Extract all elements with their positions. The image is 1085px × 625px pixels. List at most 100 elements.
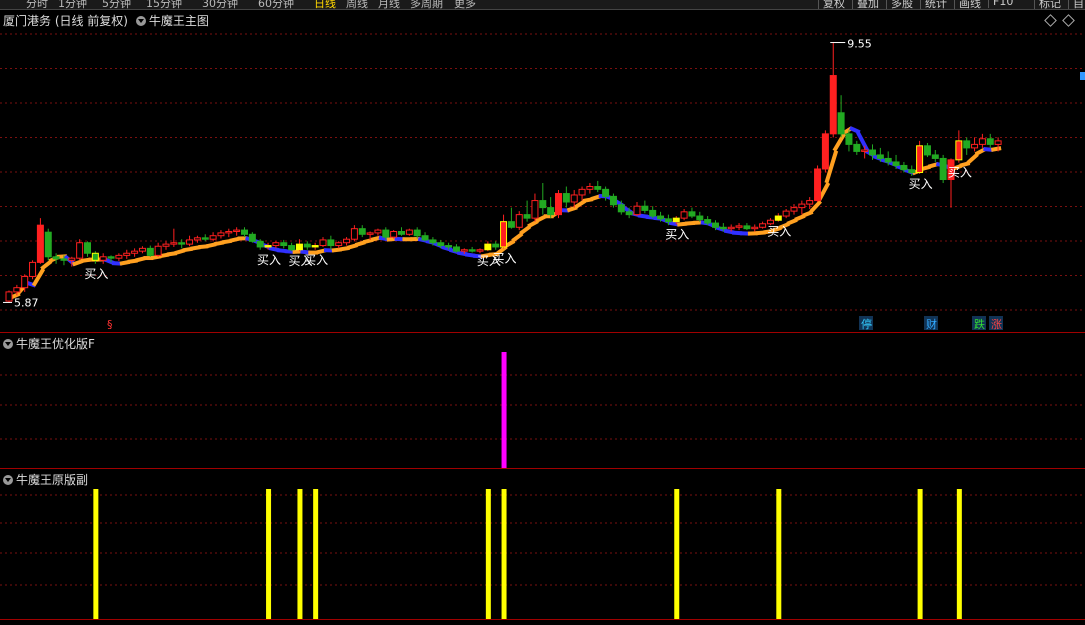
candle-body <box>696 215 704 221</box>
toolbar-button[interactable]: F10 <box>988 0 1013 8</box>
candle-body <box>884 157 892 163</box>
candle-body <box>350 228 358 240</box>
trend-segment <box>966 152 979 165</box>
event-marker: 财 <box>926 317 937 331</box>
candlestick-chart[interactable]: 买入买入 买入买入 买入买入买入 买入买入买入9.555.87§ 停财跌涨 <box>0 10 1085 332</box>
candle-body <box>382 229 390 238</box>
candle-body <box>421 235 429 241</box>
candle-body <box>712 222 719 228</box>
candle-body <box>170 242 178 245</box>
candle-body <box>547 207 555 216</box>
sub1-histogram[interactable] <box>0 333 1085 468</box>
sub2-signal-bar <box>956 489 962 619</box>
candle-body <box>52 256 60 260</box>
candle-body <box>539 200 547 209</box>
sub2-signal-bar <box>485 489 491 619</box>
sub2-signal-bar <box>266 489 272 619</box>
candle-body <box>688 211 696 217</box>
candle-body <box>821 133 829 170</box>
period-tab[interactable]: 更多 <box>454 0 476 9</box>
candle-body <box>76 242 84 259</box>
toolbar-button[interactable]: 标记 <box>1034 0 1061 9</box>
period-tab[interactable]: 15分钟 <box>146 0 182 9</box>
candle-body <box>13 287 21 293</box>
candle-body <box>60 258 68 261</box>
candle-body <box>154 245 162 256</box>
candle-body <box>358 228 366 235</box>
candle-body <box>311 245 319 248</box>
candle-body <box>766 219 774 225</box>
candle-body <box>500 221 508 248</box>
candle-body <box>319 239 327 247</box>
candle-body <box>578 188 586 196</box>
candle-body <box>531 200 539 219</box>
buy-label: 买入 <box>948 166 972 180</box>
sub2-histogram[interactable] <box>0 469 1085 619</box>
candle-body <box>555 193 562 216</box>
candle-body <box>36 224 44 263</box>
trend-segment <box>990 146 1002 152</box>
sub-chart-2: 牛魔王原版副 <box>0 469 1085 619</box>
trend-segment <box>849 126 861 135</box>
candle-body <box>115 254 123 259</box>
trend-segment <box>832 133 846 152</box>
candle-body <box>209 235 217 240</box>
candle-body <box>853 143 861 152</box>
sub2-signal-bar <box>776 489 782 619</box>
candle-body <box>782 210 790 217</box>
candle-body <box>814 168 822 202</box>
toolbar: 分时 1分钟 5分钟 15分钟 30分钟 60分钟 日线 周线 月线 多周期 更多 复权 叠加 多股 统计画… <box>0 0 1085 10</box>
candle-body <box>680 211 688 219</box>
period-tab[interactable]: 周线 <box>346 0 368 9</box>
buy-label: 买入 <box>493 251 517 265</box>
period-tab[interactable]: 分时 <box>26 0 48 9</box>
candle-body <box>908 169 916 173</box>
period-tab[interactable]: 30分钟 <box>202 0 238 9</box>
event-marker: 涨 <box>991 318 1002 331</box>
toolbar-button[interactable]: 叠加 <box>852 0 879 9</box>
candle-body <box>217 232 225 237</box>
candle-body <box>923 145 931 156</box>
candle-body <box>413 229 421 237</box>
period-tab[interactable]: 60分钟 <box>258 0 294 9</box>
candle-body <box>602 188 610 197</box>
candle-body <box>790 207 798 212</box>
candle-body <box>806 200 814 205</box>
period-tab[interactable]: 多周期 <box>410 0 443 9</box>
sub2-signal-bar <box>313 489 319 619</box>
candle-body <box>29 261 37 277</box>
candle-body <box>303 243 311 248</box>
candle-body <box>123 252 131 256</box>
toolbar-button[interactable]: 复权 <box>818 0 845 9</box>
candle-body <box>460 249 468 252</box>
candle-body <box>256 240 264 248</box>
toolbar-button[interactable]: 多股 <box>886 0 913 9</box>
candle-body <box>664 218 672 223</box>
toolbar-button[interactable]: 画线 <box>954 0 981 9</box>
candle-body <box>138 247 146 252</box>
candle-body <box>492 243 500 248</box>
toolbar-button[interactable]: 自 <box>1068 0 1084 9</box>
event-marker: 跌 <box>974 317 985 331</box>
toolbar-button[interactable]: 统计 <box>920 0 947 9</box>
candle-body <box>272 242 280 247</box>
period-tab[interactable]: 1分钟 <box>58 0 87 9</box>
period-tab[interactable]: 日线 <box>314 0 336 9</box>
high-price-label: 9.55 <box>847 38 872 51</box>
candle-body <box>774 215 782 221</box>
candle-body <box>68 257 76 261</box>
candle-body <box>288 245 296 251</box>
candle-body <box>861 149 869 152</box>
candle-body <box>468 249 476 252</box>
period-tab[interactable]: 月线 <box>378 0 400 9</box>
candle-body <box>798 203 806 209</box>
candle-body <box>916 145 924 173</box>
sub2-signal-bar <box>501 489 507 619</box>
candle-body <box>295 243 303 251</box>
candle-body <box>727 226 735 230</box>
candle-body <box>963 140 971 149</box>
trend-segment <box>802 209 814 218</box>
period-tab[interactable]: 5分钟 <box>102 0 131 9</box>
candle-body <box>437 242 445 247</box>
candle-body <box>617 204 625 213</box>
